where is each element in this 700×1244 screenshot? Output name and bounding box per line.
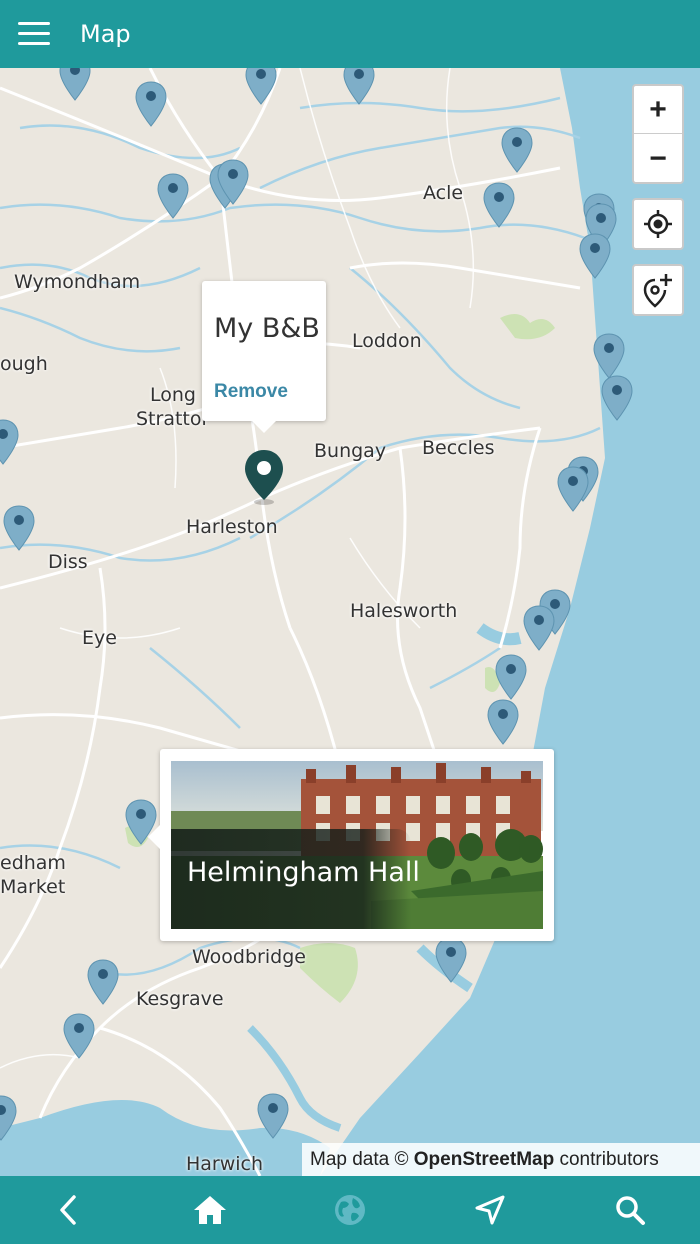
poi-pin-icon[interactable]: [0, 418, 20, 466]
globe-icon: [335, 1195, 365, 1225]
town-label-beccles: Beccles: [422, 437, 495, 459]
zoom-in-button[interactable]: +: [634, 86, 682, 134]
poi-pin-icon[interactable]: [482, 181, 516, 229]
crosshair-icon: [644, 210, 672, 238]
top-app-bar: Map: [0, 0, 700, 68]
poi-pin-icon[interactable]: [62, 1012, 96, 1060]
town-label-woodbridge: Woodbridge: [192, 946, 306, 968]
town-label-wymondham: Wymondham: [14, 271, 141, 293]
navigate-button[interactable]: [470, 1190, 510, 1230]
poi-pin-icon[interactable]: [58, 68, 92, 102]
town-label-long: Long: [150, 384, 196, 406]
openstreetmap-link[interactable]: OpenStreetMap: [414, 1149, 554, 1170]
search-icon: [616, 1196, 645, 1225]
card-title: Helmingham Hall: [187, 857, 420, 888]
poi-pin-icon[interactable]: [434, 936, 468, 984]
town-label-harleston: Harleston: [186, 516, 278, 538]
popup-title: My B&B: [214, 313, 320, 344]
search-button[interactable]: [610, 1190, 650, 1230]
poi-pin-icon[interactable]: [342, 68, 376, 106]
town-label-kesgrave: Kesgrave: [136, 988, 224, 1010]
poi-pin-icon[interactable]: [592, 332, 626, 380]
town-label-diss: Diss: [48, 551, 88, 573]
map-attribution: Map data © OpenStreetMap contributors: [302, 1143, 700, 1176]
town-label-halesworth: Halesworth: [350, 600, 458, 622]
add-place-button[interactable]: [632, 264, 684, 316]
town-label-acle: Acle: [423, 182, 464, 204]
place-popup: My B&B Remove: [202, 281, 326, 433]
attribution-suffix: contributors: [554, 1149, 659, 1170]
poi-pin-icon[interactable]: [0, 1094, 18, 1142]
back-button[interactable]: [48, 1190, 88, 1230]
hamburger-menu-icon[interactable]: [18, 22, 50, 46]
town-label-harwich: Harwich: [186, 1153, 264, 1175]
poi-pin-icon[interactable]: [244, 68, 278, 106]
navigation-arrow-icon: [475, 1195, 505, 1225]
map-view[interactable]: Acle Wymondham Loddon ough Long Strattor…: [0, 68, 700, 1176]
poi-pin-icon[interactable]: [522, 604, 556, 652]
globe-button[interactable]: [330, 1190, 370, 1230]
selected-location-pin-icon[interactable]: [242, 448, 286, 506]
back-arrow-icon: [60, 1195, 76, 1225]
poi-pin-icon[interactable]: [556, 465, 590, 513]
town-label-eye: Eye: [82, 627, 117, 649]
poi-pin-icon[interactable]: [256, 1092, 290, 1140]
poi-pin-icon[interactable]: [86, 958, 120, 1006]
place-preview-card[interactable]: Helmingham Hall: [148, 749, 554, 941]
poi-pin-icon[interactable]: [486, 698, 520, 746]
poi-pin-icon[interactable]: [156, 172, 190, 220]
poi-pin-icon[interactable]: [578, 232, 612, 280]
home-icon: [194, 1196, 226, 1224]
town-label-edham: edham: [0, 852, 66, 874]
poi-pin-icon[interactable]: [600, 374, 634, 422]
home-button[interactable]: [190, 1190, 230, 1230]
page-title: Map: [80, 20, 131, 48]
attribution-prefix: Map data ©: [310, 1149, 414, 1170]
zoom-out-button[interactable]: −: [634, 135, 682, 183]
poi-pin-icon[interactable]: [500, 126, 534, 174]
add-location-icon: [643, 274, 672, 308]
town-label-strattor: Strattor: [136, 408, 210, 430]
town-label-ough: ough: [0, 353, 48, 375]
locate-me-button[interactable]: [632, 198, 684, 250]
town-label-loddon: Loddon: [352, 330, 422, 352]
place-photo: Helmingham Hall: [171, 761, 543, 929]
remove-button[interactable]: Remove: [214, 381, 288, 403]
town-label-bungay: Bungay: [314, 440, 387, 462]
poi-pin-icon[interactable]: [2, 504, 36, 552]
poi-pin-icon[interactable]: [216, 158, 250, 206]
bottom-navigation-bar: [0, 1176, 700, 1244]
town-label-market: Market: [0, 876, 66, 898]
poi-pin-icon[interactable]: [134, 80, 168, 128]
zoom-control: + −: [632, 84, 684, 184]
poi-pin-icon[interactable]: [494, 653, 528, 701]
